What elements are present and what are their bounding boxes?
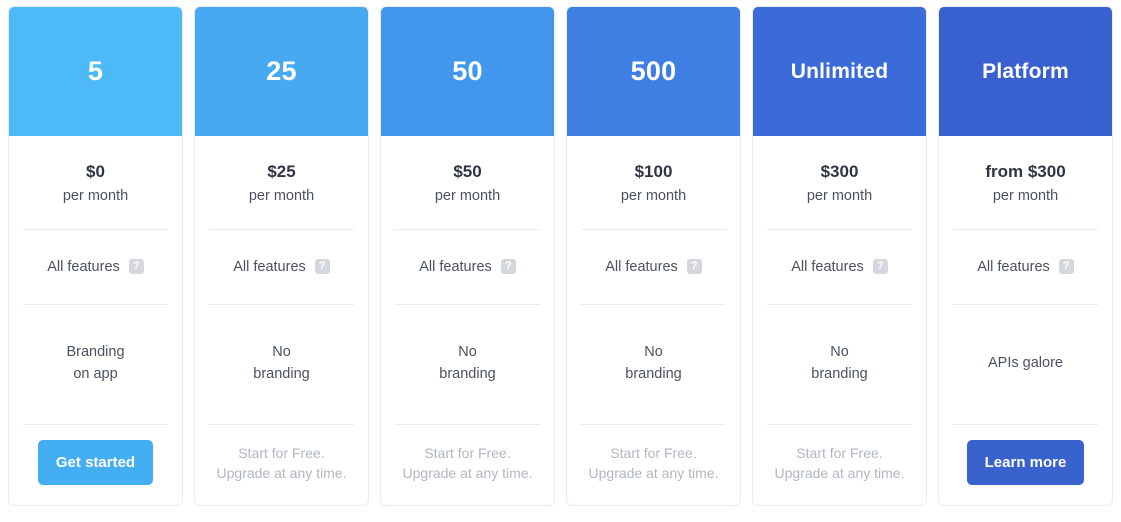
features-label: All features [47, 258, 120, 275]
question-mark-icon[interactable]: ? [314, 259, 330, 275]
cta-row: Start for Free. Upgrade at any time. [581, 425, 726, 505]
plan-header: 25 [195, 7, 368, 136]
features-row: All features? [767, 230, 912, 304]
branding-row: No branding [581, 305, 726, 424]
price-block: from $300 per month [953, 136, 1098, 229]
price-period: per month [806, 187, 873, 204]
branding-text: APIs galore [988, 355, 1063, 372]
cta-row: Start for Free. Upgrade at any time. [395, 425, 540, 505]
price-period: per month [992, 187, 1059, 204]
branding-text: No branding [439, 344, 496, 383]
question-mark-icon[interactable]: ? [500, 259, 516, 275]
plan-header: 50 [381, 7, 554, 136]
price-amount: $50 [453, 162, 482, 181]
branding-row: No branding [395, 305, 540, 424]
question-mark-icon[interactable]: ? [128, 259, 144, 275]
question-mark-icon[interactable]: ? [872, 259, 888, 275]
price-amount: $100 [634, 162, 673, 181]
branding-text: Branding on app [66, 344, 125, 383]
question-mark-icon[interactable]: ? [686, 259, 702, 275]
features-row: All features? [395, 230, 540, 304]
cta-row: Start for Free. Upgrade at any time. [209, 425, 354, 505]
price-period: per month [434, 187, 501, 204]
plan-card: 50 $50 per month All features? No branding St… [380, 6, 555, 506]
price-period: per month [248, 187, 315, 204]
cta-row: Learn more [953, 425, 1098, 505]
cta-row: Start for Free. Upgrade at any time. [767, 425, 912, 505]
price-amount: $25 [267, 162, 296, 181]
features-label: All features [791, 258, 864, 275]
branding-row: No branding [767, 305, 912, 424]
branding-text: No branding [253, 344, 310, 383]
plan-header: Unlimited [753, 7, 926, 136]
features-label: All features [605, 258, 678, 275]
cta-note: Start for Free. Upgrade at any time. [774, 444, 905, 481]
plan-card: 500 $100 per month All features? No branding… [566, 6, 741, 506]
plan-body: $300 per month All features? No branding Sta… [753, 136, 926, 505]
branding-row: Branding on app [23, 305, 168, 424]
plan-card: Unlimited $300 per month All features? No br… [752, 6, 927, 506]
features-row: All features? [953, 230, 1098, 304]
branding-row: No branding [209, 305, 354, 424]
cta-button[interactable]: Learn more [966, 440, 1085, 486]
branding-text: No branding [811, 344, 868, 383]
price-period: per month [620, 187, 687, 204]
price-block: $25 per month [209, 136, 354, 229]
branding-text: No branding [625, 344, 682, 383]
price-block: $50 per month [395, 136, 540, 229]
plan-card: Platform from $300 per month All features? A… [938, 6, 1113, 506]
branding-row: APIs galore [953, 305, 1098, 424]
cta-row: Get started [23, 425, 168, 505]
plan-body: $25 per month All features? No branding Star… [195, 136, 368, 505]
plan-body: $100 per month All features? No branding Sta… [567, 136, 740, 505]
plan-card: 5 $0 per month All features? Branding on app… [8, 6, 183, 506]
cta-note: Start for Free. Upgrade at any time. [402, 444, 533, 481]
features-label: All features [977, 258, 1050, 275]
cta-note: Start for Free. Upgrade at any time. [588, 444, 719, 481]
features-label: All features [419, 258, 492, 275]
features-row: All features? [23, 230, 168, 304]
plan-header: 500 [567, 7, 740, 136]
pricing-table: 5 $0 per month All features? Branding on app… [0, 0, 1121, 522]
cta-note: Start for Free. Upgrade at any time. [216, 444, 347, 481]
plan-card: 25 $25 per month All features? No branding St… [194, 6, 369, 506]
price-amount: from $300 [985, 162, 1066, 181]
plan-header: Platform [939, 7, 1112, 136]
features-label: All features [233, 258, 306, 275]
price-block: $0 per month [23, 136, 168, 229]
features-row: All features? [581, 230, 726, 304]
plan-body: $0 per month All features? Branding on app G… [9, 136, 182, 505]
price-amount: $300 [820, 162, 859, 181]
question-mark-icon[interactable]: ? [1058, 259, 1074, 275]
price-block: $100 per month [581, 136, 726, 229]
cta-button[interactable]: Get started [37, 440, 154, 486]
features-row: All features? [209, 230, 354, 304]
price-block: $300 per month [767, 136, 912, 229]
price-period: per month [62, 187, 129, 204]
plan-body: from $300 per month All features? APIs galo… [939, 136, 1112, 505]
price-amount: $0 [86, 162, 105, 181]
plan-header: 5 [9, 7, 182, 136]
plan-body: $50 per month All features? No branding Star… [381, 136, 554, 505]
